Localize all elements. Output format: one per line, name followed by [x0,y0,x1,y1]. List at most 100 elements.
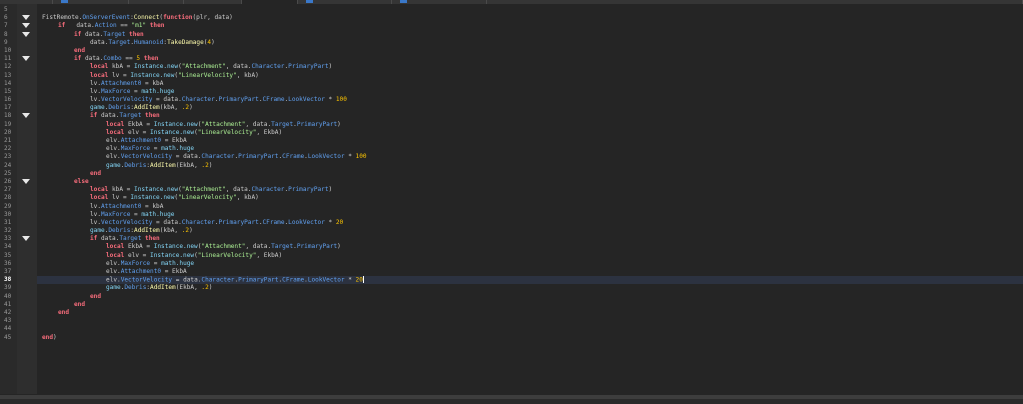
line-number: 12 [4,63,12,71]
code-line[interactable]: 39 game.Debris:AddItem(EkbA, .2) [4,284,1023,292]
code-line[interactable]: 35 local elv = Instance.new("LinearVeloci… [4,251,1023,260]
code-line[interactable]: 32 game.Debris:AddItem(kbA, .2) [4,227,1023,235]
code-line[interactable]: 26 else [4,178,1023,186]
code-token: LookVector [307,276,345,284]
code-line[interactable]: 19 local EkbA = Instance.new("Attachment"… [4,120,1023,129]
line-number: 34 [4,243,12,251]
code-token: = kbA [141,202,164,210]
fold-arrow-icon[interactable] [22,31,30,37]
code-line[interactable]: 21 elv.Attachment0 = EkbA [4,137,1023,145]
code-token: CFrame [282,276,305,284]
line-number: 5 [4,6,8,13]
code-line[interactable]: 28 local lv = Instance.new("LinearVelocit… [4,194,1023,202]
code-line[interactable]: 41 end [4,301,1023,309]
code-line[interactable]: 37 elv.Attachment0 = EkbA [4,268,1023,276]
code-text: elv.Attachment0 = EkbA [106,137,187,145]
code-line[interactable]: 16 lv.VectorVelocity = data.Character.Pri… [4,96,1023,104]
code-token: Instance.new [130,71,175,79]
code-token: ) [328,186,333,194]
code-token: AddItem [150,161,176,169]
code-line[interactable]: 14 lv.Attachment0 = kbA [4,80,1023,88]
code-line[interactable]: 8 if data.Target then [4,31,1023,39]
code-token: Target [271,243,294,251]
line-number: 32 [4,227,12,235]
editor-tab[interactable] [184,0,242,4]
code-token: lv. [90,218,102,226]
line-number: 20 [4,128,12,136]
fold-arrow-icon[interactable] [22,15,30,21]
code-line[interactable]: 15 lv.MaxForce = math.huge [4,88,1023,96]
code-line[interactable]: 44 [4,325,1023,333]
code-token: MaxForce [120,145,151,153]
code-line[interactable]: 10 end [4,47,1023,55]
code-token: Action [94,22,117,30]
code-line[interactable]: 13 local lv = Instance.new("LinearVelocit… [4,71,1023,80]
code-token: , data. [245,120,272,128]
editor-tab[interactable] [487,0,1023,4]
code-text: if data.Action == "m1" then [58,22,164,30]
code-text: lv.VectorVelocity = data.Character.Prima… [90,96,347,104]
code-line[interactable]: 18 if data.Target then [4,112,1023,120]
code-token: game [90,227,105,235]
code-line[interactable]: 43 [4,317,1023,325]
code-line[interactable]: 5 [4,6,1023,14]
code-token: .2 [201,161,209,169]
fold-arrow-icon[interactable] [22,236,30,242]
code-token: LookVector [288,96,325,104]
code-editor[interactable]: 5 6 FistRemote.OnServerEvent:Connect(funct… [4,6,1023,342]
code-text: else [74,178,89,186]
fold-arrow-icon[interactable] [22,23,30,29]
fold-gutter [17,4,37,394]
code-line[interactable]: 27 local kbA = Instance.new("Attachment",… [4,186,1023,194]
code-token: Instance.new [153,243,198,251]
code-line[interactable]: 20 local elv = Instance.new("LinearVeloci… [4,129,1023,137]
code-token: EkbA = [124,120,154,128]
editor-tab[interactable] [129,0,184,4]
editor-tab[interactable] [392,0,487,4]
code-token: Instance.new [150,251,195,259]
code-token: end [58,308,70,316]
text-cursor [362,276,364,284]
editor-tab[interactable] [242,0,298,4]
line-number: 30 [4,210,12,218]
editor-tab[interactable] [298,0,392,4]
code-token: .2 [201,284,209,292]
code-text: if data.Target then [74,31,144,39]
code-text: game.Debris:AddItem(EkbA, .2) [106,284,212,292]
code-line[interactable]: 33 if data.Target then [4,235,1023,243]
code-text: end [90,293,101,301]
code-line[interactable]: 17 game.Debris:AddItem(kbA, .2) [4,104,1023,112]
code-line[interactable]: 38 elv.VectorVelocity = data.Character.Pr… [4,276,1023,285]
code-line[interactable]: 34 local EkbA = Instance.new("Attachment"… [4,243,1023,251]
code-line[interactable]: 22 elv.MaxForce = math.huge [4,145,1023,153]
code-line[interactable]: 7 if data.Action == "m1" then [4,22,1023,30]
code-line[interactable]: 40 end [4,293,1023,301]
editor-tab[interactable] [53,0,129,4]
fold-arrow-icon[interactable] [22,113,30,119]
code-line[interactable]: 42 end [4,308,1023,317]
code-line[interactable]: 9 data.Target.Humanoid:TakeDamage(4) [4,39,1023,47]
code-text: if data.Combo == 5 then [74,55,158,63]
code-line[interactable]: 29 lv.Attachment0 = kbA [4,202,1023,211]
code-token: , data. [245,243,272,251]
code-line[interactable]: 30 lv.MaxForce = math.huge [4,211,1023,219]
code-line[interactable]: 11 if data.Combo == 5 then [4,55,1023,63]
code-line[interactable]: 36 elv.MaxForce = math.huge [4,260,1023,268]
code-line[interactable]: 31 lv.VectorVelocity = data.Character.Pri… [4,218,1023,227]
code-line[interactable]: 23 elv.VectorVelocity = data.Character.Pr… [4,153,1023,161]
code-line[interactable]: 24 game.Debris:AddItem(EkbA, .2) [4,161,1023,170]
code-token: "LinearVelocity" [178,194,237,202]
code-line[interactable]: 45 end) [4,334,1023,342]
code-line[interactable]: 12 local kbA = Instance.new("Attachment",… [4,63,1023,71]
code-text: local elv = Instance.new("LinearVelocity… [106,129,282,137]
script-icon [306,0,313,3]
code-line[interactable]: 25 end [4,170,1023,178]
code-token: VectorVelocity [120,153,173,161]
fold-arrow-icon[interactable] [22,56,30,62]
code-token: AddItem [150,284,176,292]
code-line[interactable]: 6 FistRemote.OnServerEvent:Connect(functi… [4,14,1023,22]
code-text: lv.Attachment0 = kbA [90,80,163,88]
fold-arrow-icon[interactable] [22,178,30,184]
code-token: game [106,161,121,169]
code-token: , EkbA) [256,128,283,136]
